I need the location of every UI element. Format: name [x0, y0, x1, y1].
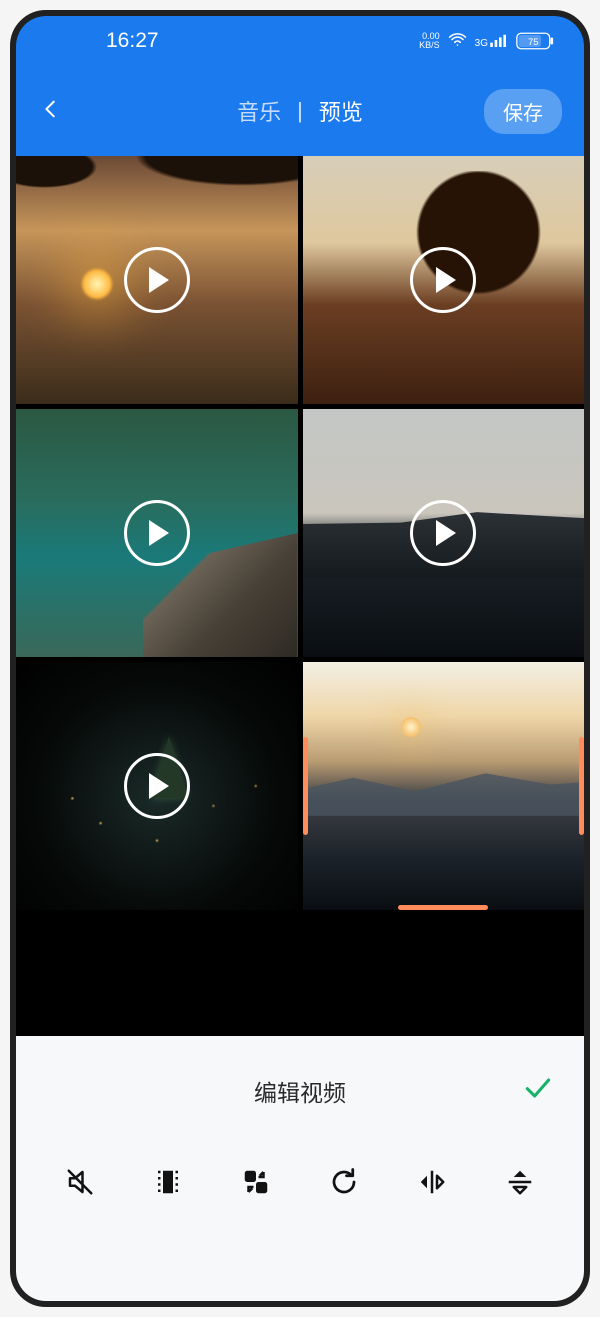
tool-bar — [16, 1146, 584, 1218]
battery-icon: 75 — [516, 32, 554, 50]
wifi-icon — [448, 30, 467, 52]
selection-handle-left[interactable] — [303, 737, 308, 835]
empty-slot — [16, 915, 584, 1036]
flip-vertical-tool[interactable] — [499, 1161, 541, 1203]
status-time: 16:27 — [106, 29, 159, 53]
video-clip-4[interactable] — [303, 409, 585, 657]
confirm-button[interactable] — [522, 1072, 554, 1110]
phone-frame: 16:27 0.00 KB/S 3G 75 音乐 — [10, 10, 590, 1307]
bottom-panel: 编辑视频 — [16, 1036, 584, 1301]
network-type: 3G — [475, 39, 488, 49]
status-bar: 16:27 0.00 KB/S 3G 75 — [16, 16, 584, 66]
flip-horizontal-tool[interactable] — [411, 1161, 453, 1203]
tab-preview[interactable]: 预览 — [319, 95, 363, 127]
play-icon[interactable] — [124, 247, 190, 313]
video-grid — [16, 156, 584, 1036]
status-icons: 0.00 KB/S 3G 75 — [419, 30, 554, 52]
play-icon[interactable] — [124, 753, 190, 819]
video-clip-5[interactable] — [16, 662, 298, 910]
panel-title-row: 编辑视频 — [16, 1036, 584, 1146]
rotate-tool[interactable] — [323, 1161, 365, 1203]
save-button[interactable]: 保存 — [484, 89, 562, 134]
swap-tool[interactable] — [235, 1161, 277, 1203]
back-button[interactable] — [40, 94, 62, 129]
tab-divider: | — [297, 98, 303, 124]
tab-music[interactable]: 音乐 — [237, 95, 281, 127]
trim-tool[interactable] — [147, 1161, 189, 1203]
data-rate-unit: KB/S — [419, 41, 440, 50]
video-clip-2[interactable] — [303, 156, 585, 404]
play-icon[interactable] — [410, 247, 476, 313]
signal-icon — [490, 33, 508, 49]
play-icon[interactable] — [124, 500, 190, 566]
panel-title: 编辑视频 — [254, 1074, 346, 1108]
video-clip-3[interactable] — [16, 409, 298, 657]
video-clip-1[interactable] — [16, 156, 298, 404]
tab-bar: 音乐 | 预览 — [237, 95, 363, 127]
video-clip-6[interactable] — [303, 662, 585, 910]
selection-handle-right[interactable] — [579, 737, 584, 835]
svg-text:75: 75 — [528, 37, 539, 48]
mute-tool[interactable] — [59, 1161, 101, 1203]
play-icon[interactable] — [410, 500, 476, 566]
data-rate: 0.00 KB/S — [419, 32, 440, 50]
app-bar: 音乐 | 预览 保存 — [16, 66, 584, 156]
